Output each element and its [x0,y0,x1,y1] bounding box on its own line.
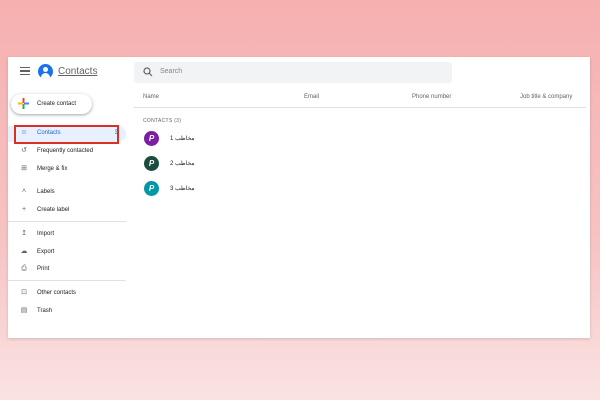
table-row[interactable]: P مخاطب 1 [134,128,586,150]
create-contact-label: Create contact [37,101,77,107]
section-label: CONTACTS (3) [143,118,182,124]
plus-icon [18,98,29,109]
sidebar-item-merge-fix[interactable]: ⊞ Merge & fix [8,162,126,178]
contacts-window: Contacts Search Create contact ☺ Contact… [8,57,590,338]
contact-name: مخاطب 2 [170,161,195,167]
printer-icon: ⎙ [21,265,27,272]
sidebar-item-import[interactable]: ↥ Import [8,227,126,243]
avatar: P [144,181,159,196]
menu-icon[interactable] [20,67,30,76]
trash-icon: ▤ [20,307,28,314]
contact-name: مخاطب 1 [170,136,195,142]
sidebar-item-label: Print [37,266,50,272]
sidebar-item-frequently-contacted[interactable]: ↺ Frequently contacted [8,144,126,160]
upload-icon: ↥ [21,230,27,237]
cloud-icon: ☁ [20,248,28,255]
column-header-name[interactable]: Name [143,94,159,100]
avatar: P [144,156,159,171]
archive-icon: ⊡ [21,289,27,296]
sidebar-item-label: Labels [37,189,55,195]
highlight-box [14,125,119,144]
sidebar-item-label: Create label [37,207,70,213]
sidebar-item-label: Other contacts [37,290,77,296]
table-row[interactable]: P مخاطب 3 [134,178,586,200]
sidebar-item-print[interactable]: ⎙ Print [8,262,126,278]
search-placeholder: Search [160,68,183,75]
search-input[interactable]: Search [134,62,452,83]
search-icon [143,67,153,77]
table-row[interactable]: P مخاطب 2 [134,153,586,175]
avatar: P [144,131,159,146]
plus-icon: + [21,206,27,213]
sidebar-item-label: Merge & fix [37,166,68,172]
sidebar-item-label: Trash [37,308,53,314]
create-contact-button[interactable]: Create contact [11,94,92,114]
sidebar-item-label: Export [37,249,55,255]
contact-name: مخاطب 3 [170,186,195,192]
sidebar-item-labels[interactable]: ˄ Labels [8,185,126,201]
sidebar-item-label: Frequently contacted [37,148,94,154]
app-title[interactable]: Contacts [58,66,97,77]
column-header-job[interactable]: Job title & company [520,94,572,100]
divider [8,221,126,222]
history-icon: ↺ [21,147,27,154]
sidebar-item-trash[interactable]: ▤ Trash [8,304,126,320]
sidebar-item-create-label[interactable]: + Create label [8,203,126,219]
merge-icon: ⊞ [21,165,27,172]
divider [8,280,126,281]
contacts-logo-icon [38,64,53,79]
sidebar-item-other-contacts[interactable]: ⊡ Other contacts [8,286,126,302]
header-divider [134,107,586,108]
column-header-email[interactable]: Email [304,94,319,100]
sidebar-item-label: Import [37,231,55,237]
column-header-phone[interactable]: Phone number [412,94,451,100]
chevron-up-icon: ˄ [21,188,27,195]
sidebar-item-export[interactable]: ☁ Export [8,245,126,261]
